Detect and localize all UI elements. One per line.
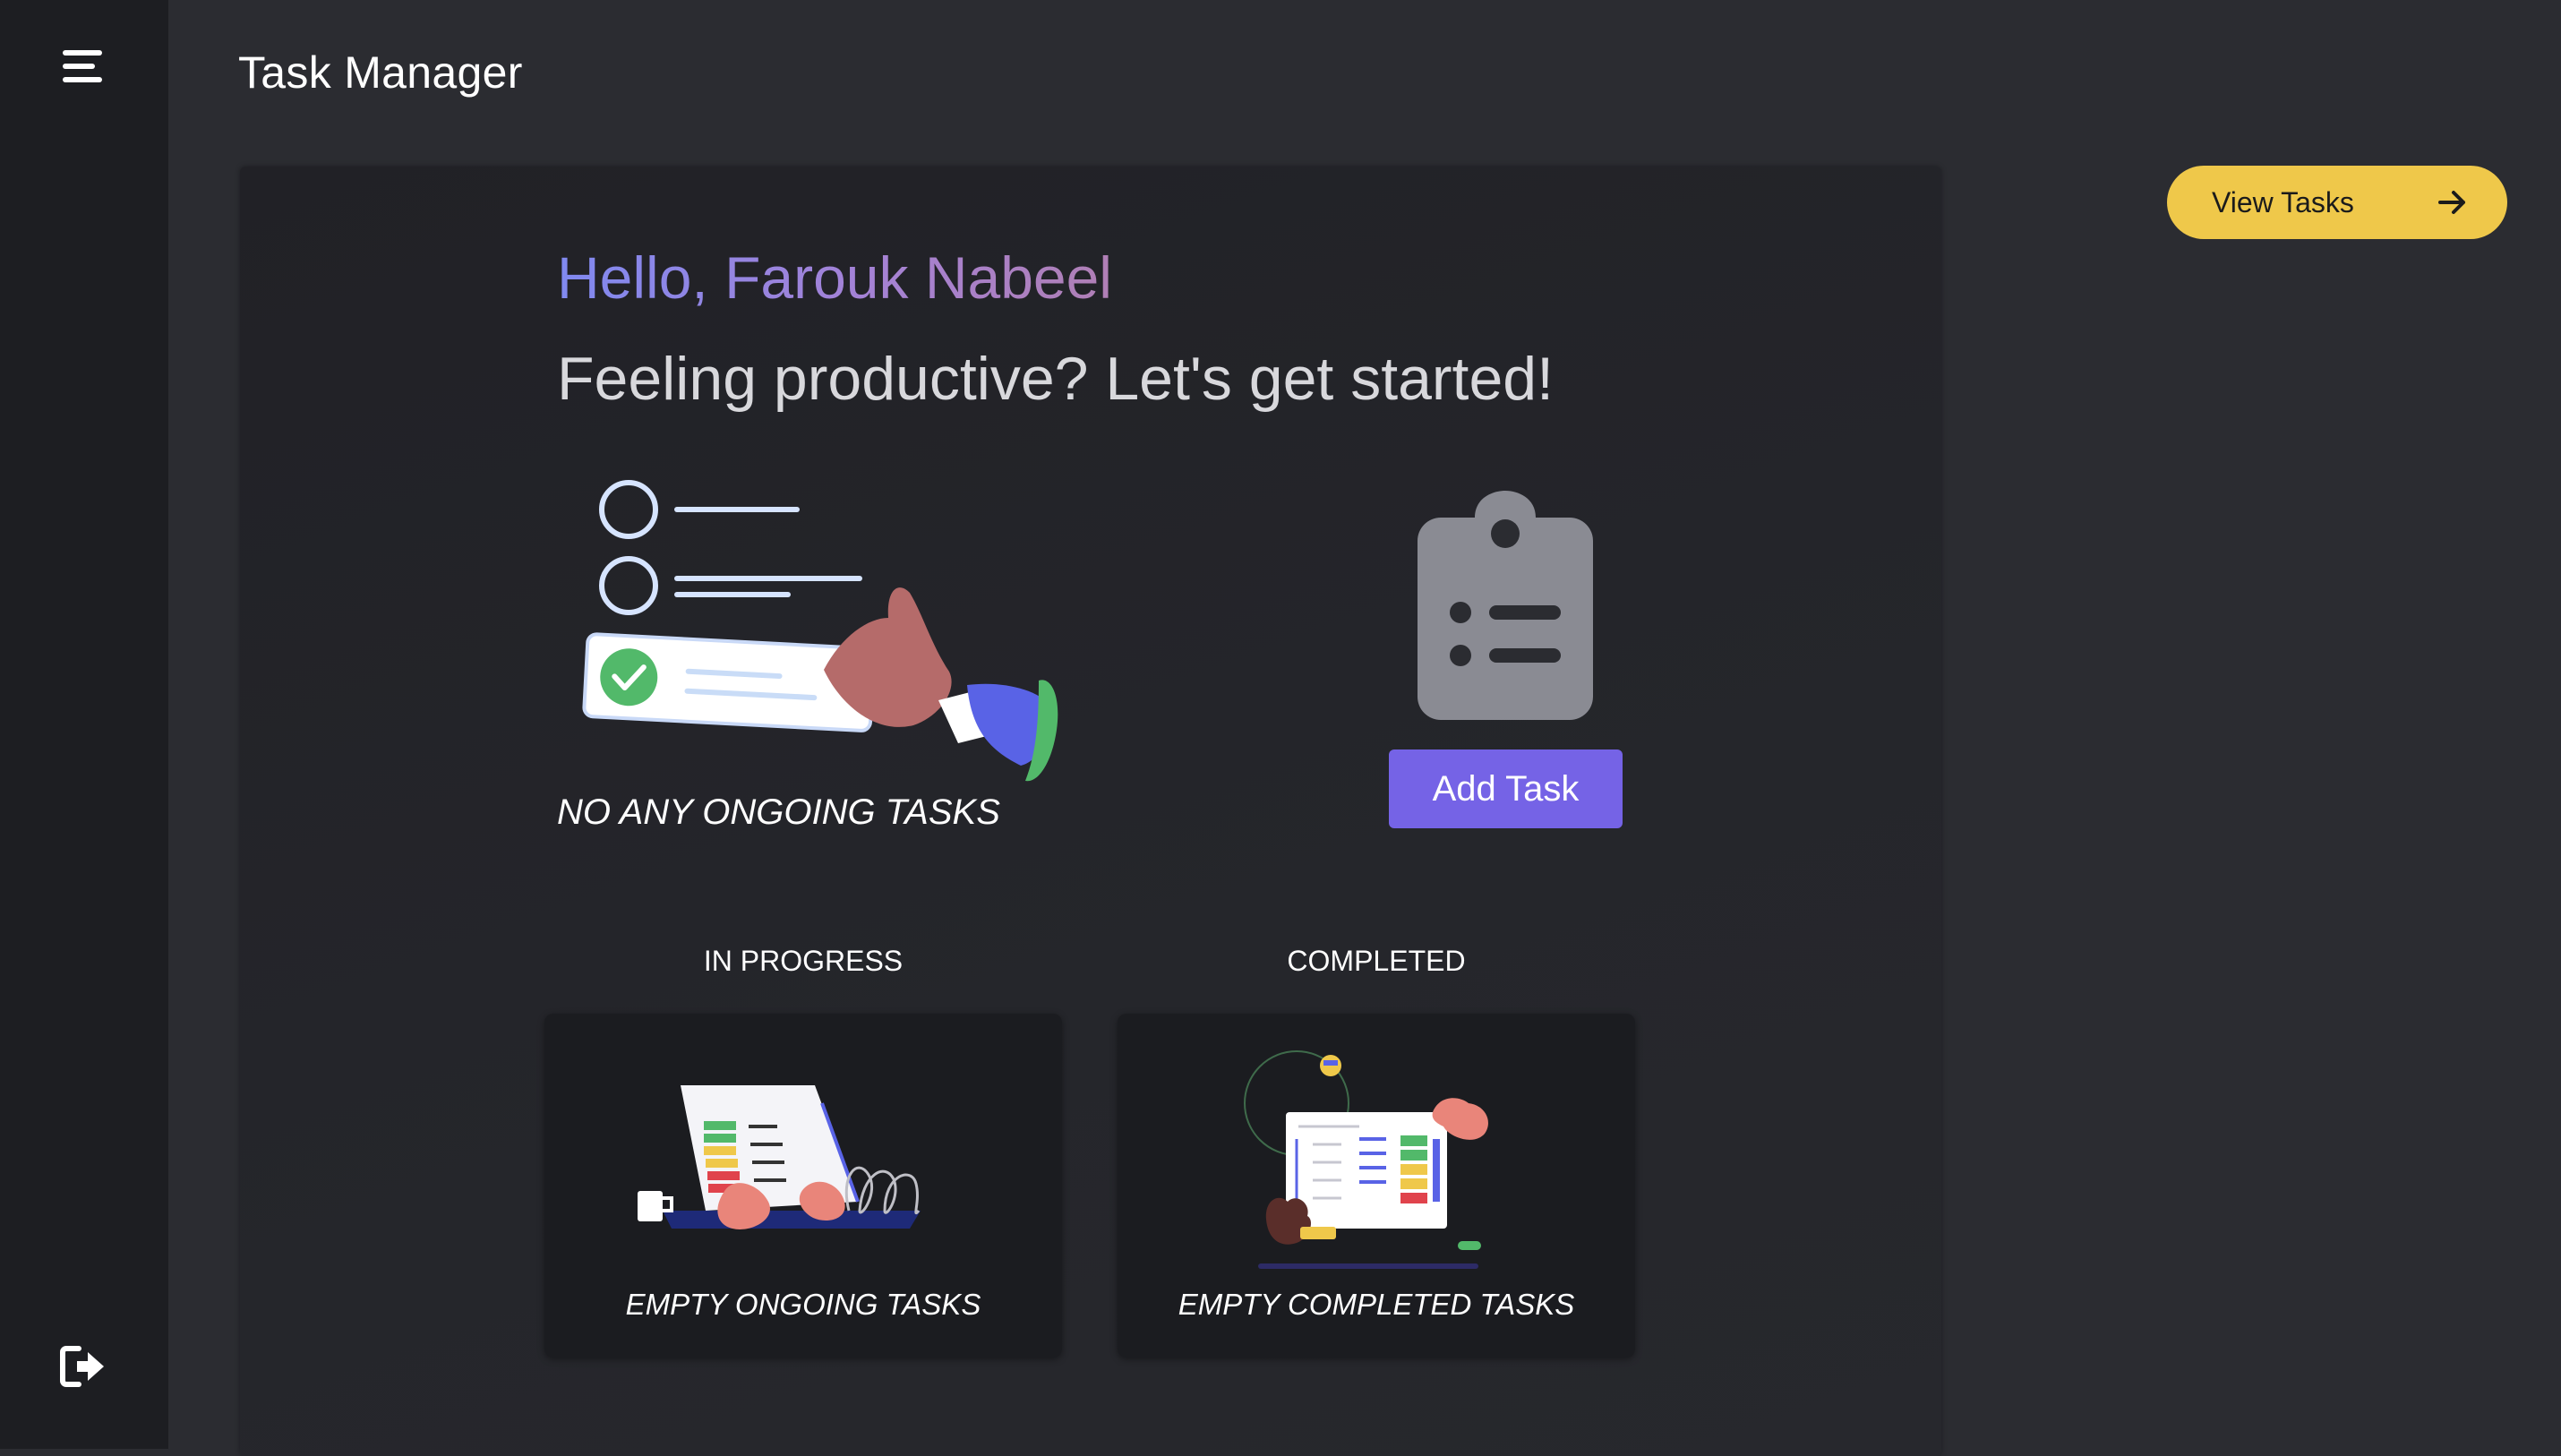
sidebar bbox=[0, 0, 168, 1449]
subtitle-heading: Feeling productive? Let's get started! bbox=[557, 345, 1554, 413]
hamburger-line bbox=[63, 77, 102, 82]
logout-icon bbox=[60, 1346, 104, 1387]
greeting-heading: Hello, Farouk Nabeel bbox=[557, 244, 1112, 311]
logout-button[interactable] bbox=[56, 1340, 109, 1393]
menu-button[interactable] bbox=[56, 45, 109, 90]
ongoing-status-text: NO ANY ONGOING TASKS bbox=[557, 792, 1000, 832]
add-task-button[interactable]: Add Task bbox=[1389, 749, 1623, 828]
laptop-illustration bbox=[638, 1085, 921, 1229]
completed-card: EMPTY COMPLETED TASKS bbox=[1118, 1014, 1635, 1358]
app-title: Task Manager bbox=[238, 47, 523, 98]
dashboard-illustration bbox=[1244, 1050, 1488, 1269]
in-progress-heading: IN PROGRESS bbox=[703, 945, 904, 977]
arrow-right-icon bbox=[2438, 191, 2465, 214]
checklist-illustration bbox=[582, 480, 1058, 782]
in-progress-empty-text: EMPTY ONGOING TASKS bbox=[625, 1288, 981, 1321]
clipboard-list-icon bbox=[1418, 491, 1593, 720]
hamburger-menu-icon bbox=[63, 50, 102, 56]
in-progress-card: EMPTY ONGOING TASKS bbox=[544, 1014, 1062, 1358]
view-tasks-button[interactable]: View Tasks bbox=[2167, 166, 2507, 239]
hamburger-line bbox=[63, 64, 95, 69]
completed-heading: COMPLETED bbox=[1287, 945, 1466, 977]
completed-empty-text: EMPTY COMPLETED TASKS bbox=[1178, 1288, 1575, 1321]
view-tasks-label: View Tasks bbox=[2212, 185, 2354, 218]
